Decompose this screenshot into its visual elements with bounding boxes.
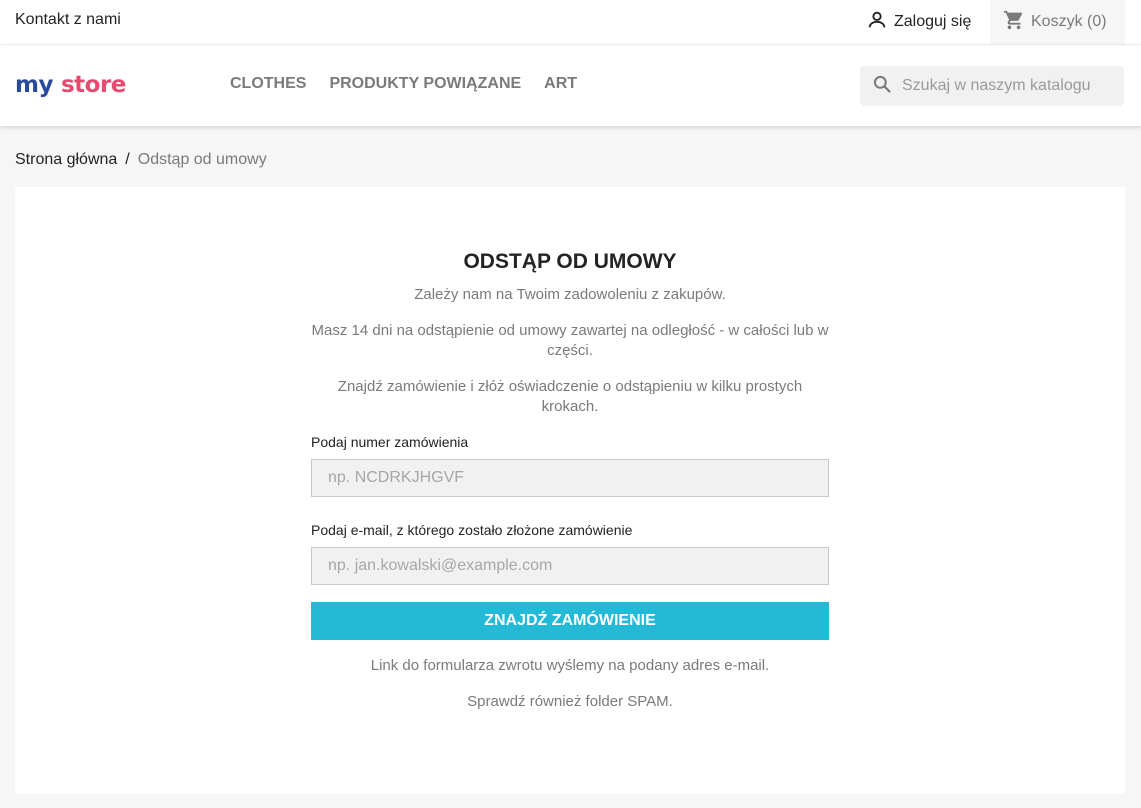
cart-icon	[1003, 9, 1025, 36]
order-number-field	[311, 459, 829, 497]
search-input[interactable]	[902, 77, 1122, 95]
order-number-input[interactable]	[328, 469, 828, 487]
intro-text: Zależy nam na Twoim zadowoleniu z zakupó…	[414, 286, 726, 303]
breadcrumb-separator: /	[125, 151, 130, 168]
nav-item-art[interactable]: ART	[544, 75, 577, 93]
top-bar: Kontakt z nami Zaloguj się Koszyk (0)	[0, 0, 1141, 45]
nav-item-related-products[interactable]: PRODUKTY POWIĄZANE	[329, 75, 521, 93]
login-link[interactable]: Zaloguj się	[866, 9, 971, 35]
user-icon	[866, 9, 888, 36]
email-label: Podaj e-mail, z którego zostało złożone …	[311, 522, 633, 538]
spam-notice: Sprawdź również folder SPAM.	[467, 693, 673, 710]
breadcrumb-current: Odstąp od umowy	[137, 151, 267, 168]
cart-button[interactable]: Koszyk (0)	[990, 0, 1125, 44]
withdrawal-period-text: Masz 14 dni na odstąpienie od umowy zawa…	[311, 322, 829, 359]
find-order-button[interactable]: ZNAJDŹ ZAMÓWIENIE	[311, 602, 829, 640]
email-field	[311, 547, 829, 585]
email-input[interactable]	[328, 557, 828, 575]
logo-my: my	[15, 72, 53, 98]
cart-label: Koszyk (0)	[1031, 13, 1107, 30]
contact-link[interactable]: Kontakt z nami	[15, 11, 121, 29]
breadcrumb-home[interactable]: Strona główna	[15, 151, 117, 169]
nav-item-clothes[interactable]: CLOTHES	[230, 75, 306, 93]
login-label: Zaloguj się	[894, 13, 972, 30]
return-link-info: Link do formularza zwrotu wyślemy na pod…	[370, 657, 770, 674]
order-number-label: Podaj numer zamówienia	[311, 434, 469, 450]
search-box	[860, 66, 1124, 106]
logo-store: store	[60, 72, 126, 98]
breadcrumb: Strona główna / Odstąp od umowy	[15, 151, 267, 169]
instructions-text: Znajdź zamówienie i złóż oświadczenie o …	[337, 378, 803, 415]
search-icon[interactable]	[872, 74, 892, 99]
header: my store CLOTHES PRODUKTY POWIĄZANE ART	[0, 45, 1141, 126]
page-title: ODSTĄP OD UMOWY	[463, 250, 677, 273]
store-logo[interactable]: my store	[15, 69, 126, 101]
main-nav: CLOTHES PRODUKTY POWIĄZANE ART	[230, 75, 577, 93]
withdrawal-card: ODSTĄP OD UMOWY Zależy nam na Twoim zado…	[15, 187, 1125, 794]
withdrawal-form: ODSTĄP OD UMOWY Zależy nam na Twoim zado…	[311, 187, 829, 712]
